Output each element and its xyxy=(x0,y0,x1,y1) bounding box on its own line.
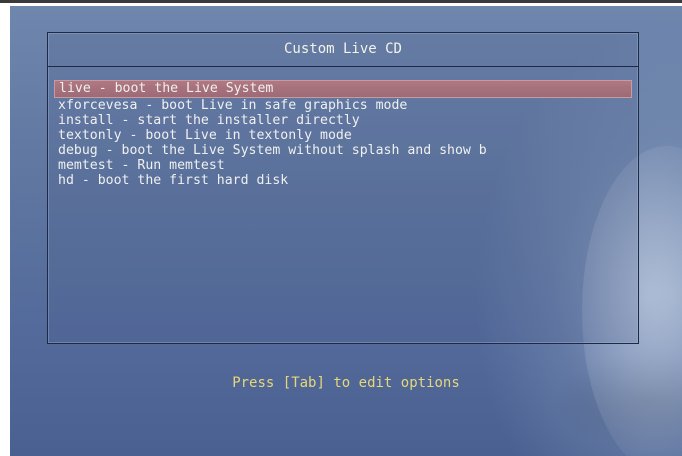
boot-option-live[interactable]: live - boot the Live System xyxy=(54,80,632,98)
boot-option-debug[interactable]: debug - boot the Live System without spl… xyxy=(54,143,634,158)
boot-option-textonly[interactable]: textonly - boot Live in textonly mode xyxy=(54,128,634,143)
boot-menu: Custom Live CD live - boot the Live Syst… xyxy=(47,32,639,344)
boot-option-install[interactable]: install - start the installer directly xyxy=(54,113,634,128)
top-border xyxy=(0,0,682,3)
boot-option-xforcevesa[interactable]: xforcevesa - boot Live in safe graphics … xyxy=(54,98,634,113)
tab-edit-hint: Press [Tab] to edit options xyxy=(232,375,460,391)
menu-title: Custom Live CD xyxy=(48,33,638,67)
boot-option-hd[interactable]: hd - boot the first hard disk xyxy=(54,173,634,188)
boot-screen: Custom Live CD live - boot the Live Syst… xyxy=(10,6,682,456)
boot-option-list: live - boot the Live System xforcevesa -… xyxy=(54,80,634,188)
boot-option-memtest[interactable]: memtest - Run memtest xyxy=(54,158,634,173)
